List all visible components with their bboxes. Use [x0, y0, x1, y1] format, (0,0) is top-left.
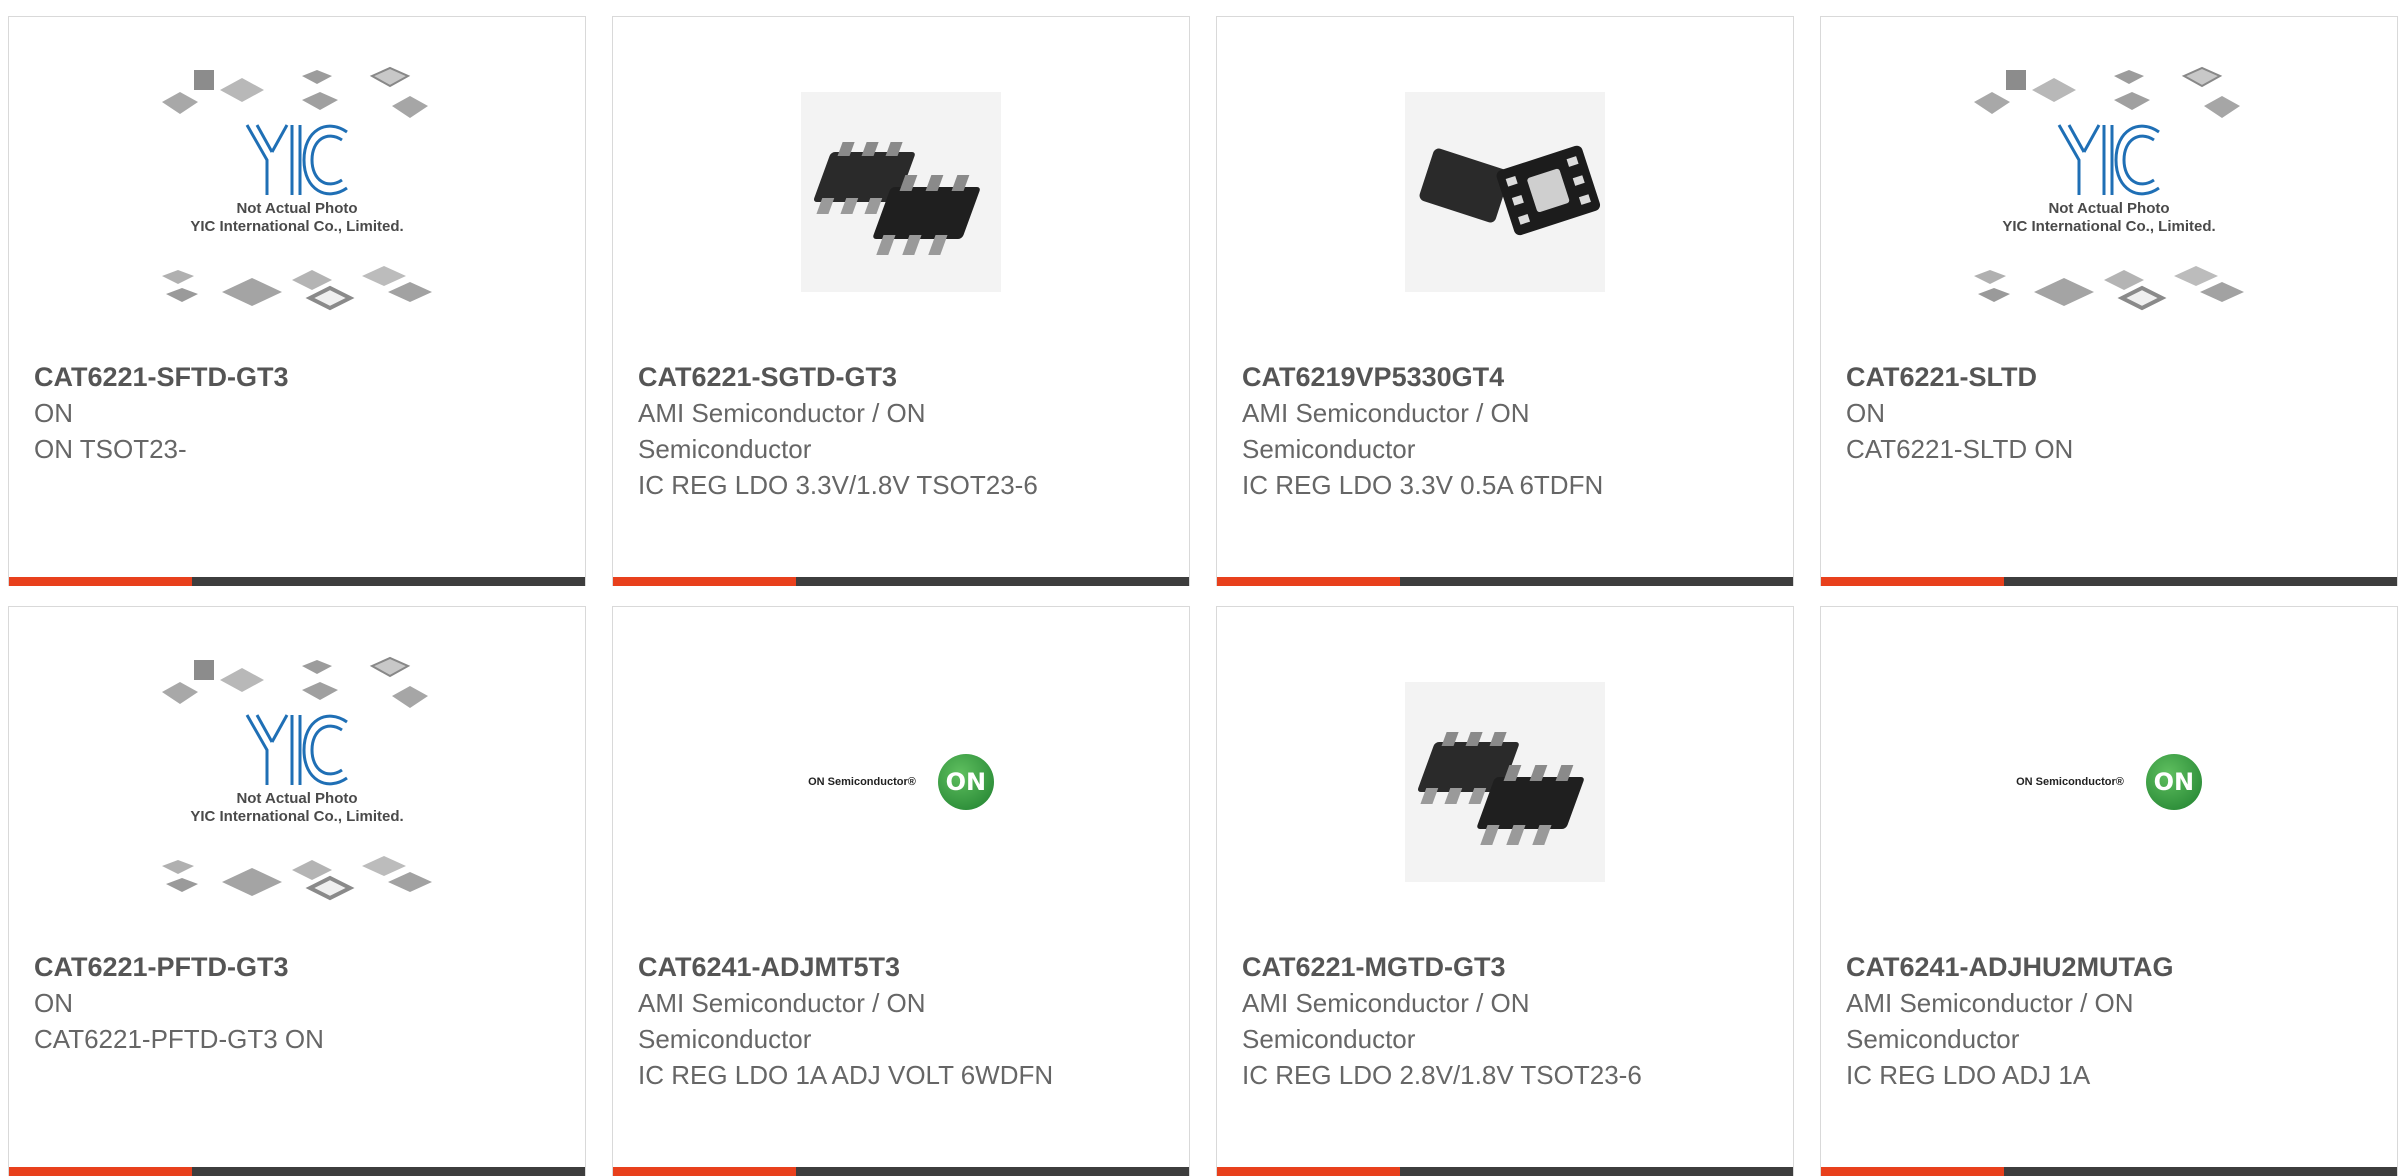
part-number-link[interactable]: CAT6221-PFTD-GT3: [34, 949, 464, 985]
product-info: CAT6221-PFTD-GT3 ON CAT6221-PFTD-GT3 ON: [34, 949, 464, 1057]
part-number-link[interactable]: CAT6221-SFTD-GT3: [34, 359, 464, 395]
sot23-chip-photo: [801, 92, 1001, 292]
product-info: CAT6241-ADJMT5T3 AMI Semiconductor / ON …: [638, 949, 1068, 1093]
packages-bottom-icon: [162, 266, 432, 311]
yic-logo-icon: [245, 124, 348, 196]
product-card[interactable]: Not Actual Photo YIC International Co., …: [1820, 16, 2398, 586]
placeholder-caption-1: Not Actual Photo: [236, 790, 358, 807]
product-image[interactable]: Not Actual Photo YIC International Co., …: [1821, 17, 2397, 367]
manufacturer: AMI Semiconductor / ON Semiconductor: [1242, 398, 1530, 464]
product-info: CAT6221-SLTD ON CAT6221-SLTD ON: [1846, 359, 2276, 467]
description: IC REG LDO ADJ 1A: [1846, 1060, 2091, 1090]
tdfn-chip-photo: [1405, 92, 1605, 292]
card-bottom-bar: [1821, 577, 2397, 586]
product-image[interactable]: Not Actual Photo YIC International Co., …: [9, 17, 585, 367]
product-image[interactable]: Not Actual Photo YIC International Co., …: [9, 607, 585, 957]
card-accent-bar: [9, 1167, 192, 1176]
sot23-chip-photo: [1405, 682, 1605, 882]
on-semiconductor-logo: ON Semiconductor® ON: [808, 754, 994, 810]
product-card[interactable]: CAT6221-SGTD-GT3 AMI Semiconductor / ON …: [612, 16, 1190, 586]
product-image[interactable]: ON Semiconductor® ON: [613, 607, 1189, 957]
description: ON TSOT23-: [34, 434, 187, 464]
card-bottom-bar: [1821, 1167, 2397, 1176]
placeholder-caption-2: YIC International Co., Limited.: [2002, 218, 2216, 235]
part-number-link[interactable]: CAT6221-MGTD-GT3: [1242, 949, 1672, 985]
product-card[interactable]: ON Semiconductor® ON CAT6241-ADJHU2MUTAG…: [1820, 606, 2398, 1176]
packages-bottom-icon: [1974, 266, 2244, 311]
description: IC REG LDO 3.3V/1.8V TSOT23-6: [638, 470, 1038, 500]
placeholder-caption-2: YIC International Co., Limited.: [190, 218, 404, 235]
manufacturer: AMI Semiconductor / ON Semiconductor: [638, 398, 926, 464]
card-accent-bar: [1821, 577, 2004, 586]
not-actual-photo-placeholder: Not Actual Photo YIC International Co., …: [1964, 62, 2254, 322]
description: IC REG LDO 3.3V 0.5A 6TDFN: [1242, 470, 1604, 500]
on-semiconductor-logo: ON Semiconductor® ON: [2016, 754, 2202, 810]
product-image[interactable]: [1217, 17, 1793, 367]
part-number-link[interactable]: CAT6221-SGTD-GT3: [638, 359, 1068, 395]
part-number-link[interactable]: CAT6241-ADJMT5T3: [638, 949, 1068, 985]
description: IC REG LDO 1A ADJ VOLT 6WDFN: [638, 1060, 1054, 1090]
packages-bottom-icon: [162, 856, 432, 901]
manufacturer: AMI Semiconductor / ON Semiconductor: [638, 988, 926, 1054]
manufacturer: AMI Semiconductor / ON Semiconductor: [1242, 988, 1530, 1054]
description: IC REG LDO 2.8V/1.8V TSOT23-6: [1242, 1060, 1642, 1090]
product-info: CAT6221-MGTD-GT3 AMI Semiconductor / ON …: [1242, 949, 1672, 1093]
product-card[interactable]: CAT6221-MGTD-GT3 AMI Semiconductor / ON …: [1216, 606, 1794, 1176]
placeholder-caption-1: Not Actual Photo: [236, 200, 358, 217]
product-info: CAT6241-ADJHU2MUTAG AMI Semiconductor / …: [1846, 949, 2276, 1093]
card-accent-bar: [1217, 1167, 1400, 1176]
yic-logo-icon: [2057, 124, 2160, 196]
logo-text: ON Semiconductor®: [2016, 776, 2124, 788]
card-accent-bar: [613, 577, 796, 586]
product-card[interactable]: Not Actual Photo YIC International Co., …: [8, 606, 586, 1176]
not-actual-photo-placeholder: Not Actual Photo YIC International Co., …: [152, 62, 442, 322]
logo-text: ON Semiconductor®: [808, 776, 916, 788]
on-logo-icon: ON: [937, 754, 994, 810]
on-logo-icon: ON: [2145, 754, 2202, 810]
card-accent-bar: [1217, 577, 1400, 586]
placeholder-caption-1: Not Actual Photo: [2048, 200, 2170, 217]
yic-logo-icon: [245, 714, 348, 786]
card-accent-bar: [9, 577, 192, 586]
card-bottom-bar: [613, 1167, 1189, 1176]
part-number-link[interactable]: CAT6241-ADJHU2MUTAG: [1846, 949, 2276, 985]
description: CAT6221-SLTD ON: [1846, 434, 2074, 464]
product-card[interactable]: ON Semiconductor® ON CAT6241-ADJMT5T3 AM…: [612, 606, 1190, 1176]
manufacturer: ON: [1846, 398, 1885, 428]
product-card[interactable]: Not Actual Photo YIC International Co., …: [8, 16, 586, 586]
manufacturer: ON: [34, 988, 73, 1018]
manufacturer: AMI Semiconductor / ON Semiconductor: [1846, 988, 2134, 1054]
card-bottom-bar: [9, 1167, 585, 1176]
product-info: CAT6221-SGTD-GT3 AMI Semiconductor / ON …: [638, 359, 1068, 503]
product-image[interactable]: ON Semiconductor® ON: [1821, 607, 2397, 957]
card-bottom-bar: [1217, 577, 1793, 586]
product-info: CAT6221-SFTD-GT3 ON ON TSOT23-: [34, 359, 464, 467]
part-number-link[interactable]: CAT6219VP5330GT4: [1242, 359, 1672, 395]
product-image[interactable]: [1217, 607, 1793, 957]
card-accent-bar: [613, 1167, 796, 1176]
product-info: CAT6219VP5330GT4 AMI Semiconductor / ON …: [1242, 359, 1672, 503]
part-number-link[interactable]: CAT6221-SLTD: [1846, 359, 2276, 395]
placeholder-caption-2: YIC International Co., Limited.: [190, 808, 404, 825]
card-bottom-bar: [613, 577, 1189, 586]
card-bottom-bar: [1217, 1167, 1793, 1176]
not-actual-photo-placeholder: Not Actual Photo YIC International Co., …: [152, 652, 442, 912]
product-image[interactable]: [613, 17, 1189, 367]
description: CAT6221-PFTD-GT3 ON: [34, 1024, 324, 1054]
card-accent-bar: [1821, 1167, 2004, 1176]
manufacturer: ON: [34, 398, 73, 428]
product-card[interactable]: CAT6219VP5330GT4 AMI Semiconductor / ON …: [1216, 16, 1794, 586]
card-bottom-bar: [9, 577, 585, 586]
